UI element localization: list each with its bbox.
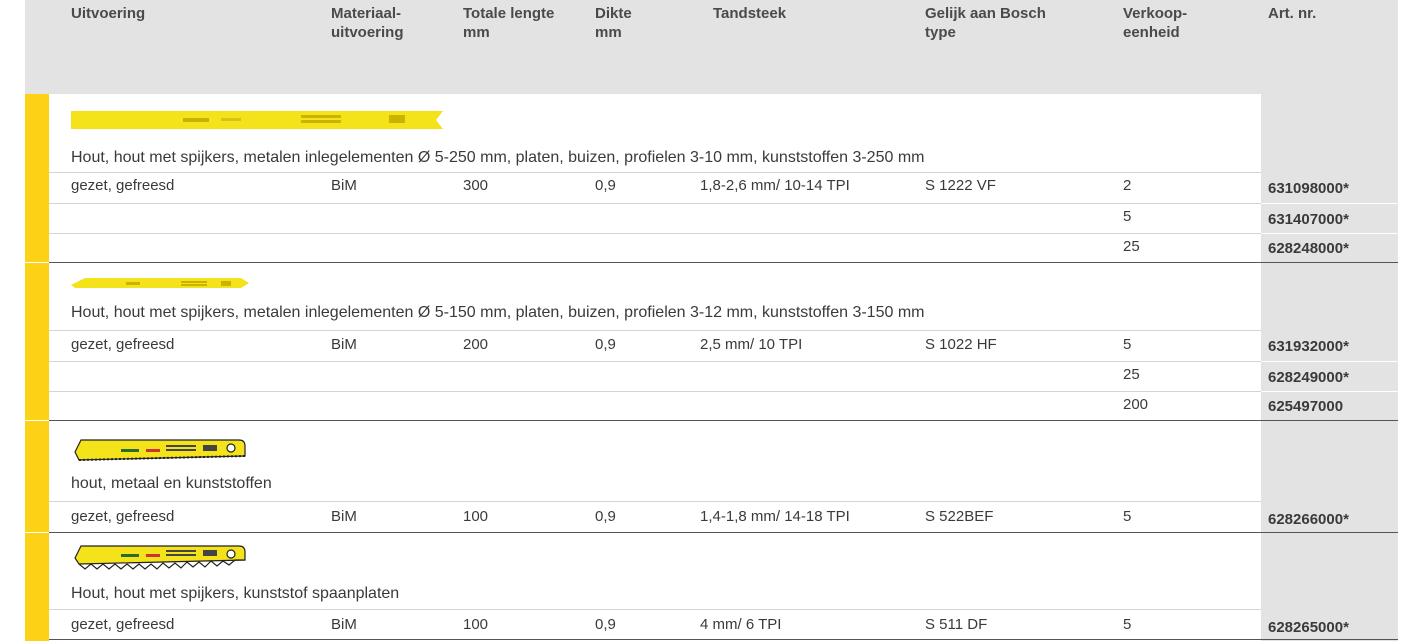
row-divider (49, 233, 1261, 234)
row-divider (49, 203, 1261, 204)
cell-dikte: 0,9 (595, 508, 616, 525)
cell-artnr: 631932000* (1268, 338, 1349, 355)
group-marker-4 (25, 533, 49, 641)
row-divider (49, 609, 1261, 610)
cell-verkoop: 25 (1123, 366, 1140, 383)
cell-dikte: 0,9 (595, 336, 616, 353)
cell-artnr: 631407000* (1268, 211, 1349, 228)
cell-artnr: 628265000* (1268, 619, 1349, 636)
cell-verkoop: 2 (1123, 177, 1132, 194)
row-divider (49, 330, 1261, 331)
header-materiaal: Materiaal- uitvoering (331, 5, 404, 41)
saw-blade-300mm-image (71, 111, 443, 129)
header-bosch: Gelijk aan Bosch type (925, 5, 1046, 41)
row-divider (1261, 391, 1398, 392)
cell-tandsteek: 1,8-2,6 mm/ 10-14 TPI (700, 177, 850, 194)
saw-blade-100mm-fine-image (74, 439, 246, 461)
cell-verkoop: 5 (1123, 508, 1132, 525)
cell-artnr: 628266000* (1268, 511, 1349, 528)
cell-materiaal: BiM (331, 616, 357, 633)
cell-tandsteek: 1,4-1,8 mm/ 14-18 TPI (700, 508, 850, 525)
group-divider (49, 420, 1398, 421)
row-divider (1261, 233, 1398, 234)
row-divider (49, 361, 1261, 362)
group-marker-1 (25, 94, 49, 262)
cell-artnr: 628249000* (1268, 369, 1349, 386)
cell-bosch: S 511 DF (925, 616, 988, 633)
cell-dikte: 0,9 (595, 177, 616, 194)
art-nr-column-background (1261, 94, 1398, 641)
header-dikte: Dikte mm (595, 5, 632, 41)
cell-artnr: 625497000 (1268, 398, 1344, 415)
cell-materiaal: BiM (331, 508, 357, 525)
group-marker-2 (25, 263, 49, 420)
cell-tandsteek: 4 mm/ 6 TPI (700, 616, 782, 633)
row-divider (1261, 203, 1398, 204)
header-lengte: Totale lengte mm (463, 5, 555, 41)
cell-uitvoering: gezet, gefreesd (71, 508, 175, 525)
cell-tandsteek: 2,5 mm/ 10 TPI (700, 336, 803, 353)
cell-bosch: S 522BEF (925, 508, 994, 525)
cell-bosch: S 1022 HF (925, 336, 997, 353)
cell-verkoop: 5 (1123, 208, 1132, 225)
header-uitvoering: Uitvoering (71, 5, 146, 22)
header-artnr: Art. nr. (1268, 5, 1317, 22)
group-marker-3 (25, 421, 49, 532)
cell-uitvoering: gezet, gefreesd (71, 177, 175, 194)
cell-lengte: 100 (463, 508, 489, 525)
group-divider (49, 639, 1398, 640)
cell-lengte: 300 (463, 177, 489, 194)
saw-blade-200mm-image (71, 278, 249, 288)
group-2-description: Hout, hout met spijkers, metalen inlegel… (71, 304, 925, 321)
cell-verkoop: 200 (1123, 396, 1149, 413)
cell-verkoop: 25 (1123, 238, 1140, 255)
cell-artnr: 628248000* (1268, 240, 1349, 257)
cell-verkoop: 5 (1123, 336, 1132, 353)
cell-lengte: 200 (463, 336, 489, 353)
header-tandsteek: Tandsteek (713, 5, 787, 22)
cell-uitvoering: gezet, gefreesd (71, 336, 175, 353)
row-divider (49, 391, 1261, 392)
cell-lengte: 100 (463, 616, 489, 633)
saw-blade-100mm-coarse-image (74, 545, 246, 570)
cell-artnr: 631098000* (1268, 180, 1349, 197)
cell-materiaal: BiM (331, 177, 357, 194)
table-header: Uitvoering Materiaal- uitvoering Totale … (25, 0, 1398, 94)
cell-uitvoering: gezet, gefreesd (71, 616, 175, 633)
group-divider (49, 532, 1398, 533)
cell-dikte: 0,9 (595, 616, 616, 633)
row-divider (49, 501, 1261, 502)
group-divider (49, 262, 1398, 263)
header-verkoop: Verkoop- eenheid (1123, 5, 1188, 41)
row-divider (1261, 361, 1398, 362)
cell-bosch: S 1222 VF (925, 177, 996, 194)
cell-verkoop: 5 (1123, 616, 1132, 633)
group-4-description: Hout, hout met spijkers, kunststof spaan… (71, 585, 400, 602)
group-1-description: Hout, hout met spijkers, metalen inlegel… (71, 149, 925, 166)
group-3-description: hout, metaal en kunststoffen (71, 475, 272, 492)
cell-materiaal: BiM (331, 336, 357, 353)
row-divider (49, 172, 1261, 173)
